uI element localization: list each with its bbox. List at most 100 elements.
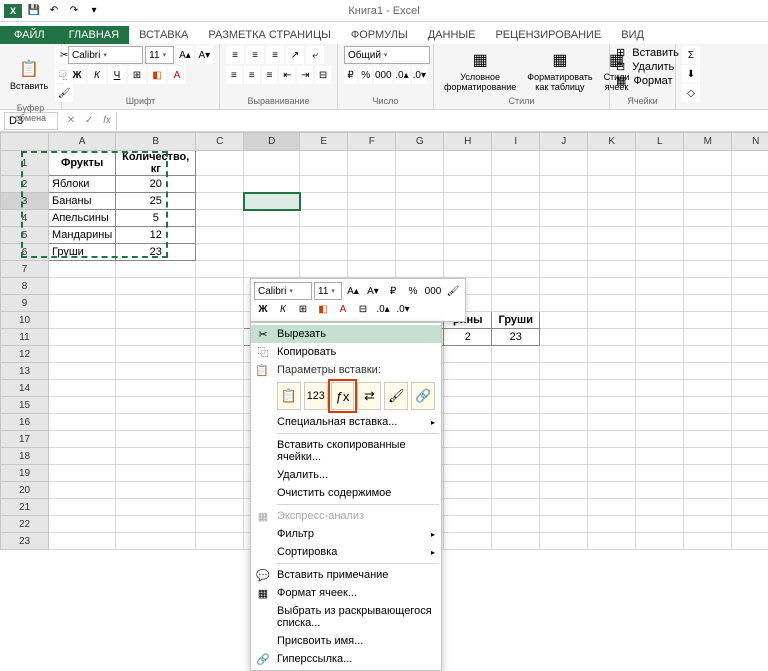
cell[interactable] bbox=[588, 533, 636, 550]
row-header[interactable]: 19 bbox=[1, 465, 49, 482]
cell[interactable] bbox=[196, 363, 244, 380]
cell[interactable] bbox=[636, 363, 684, 380]
cell[interactable] bbox=[732, 278, 768, 295]
cell[interactable] bbox=[684, 261, 732, 278]
column-header[interactable]: G bbox=[396, 133, 444, 151]
ctx-sort[interactable]: Сортировка▸ bbox=[251, 543, 441, 561]
cell[interactable] bbox=[588, 414, 636, 431]
cell[interactable] bbox=[116, 533, 196, 550]
decrease-font-icon[interactable]: A▾ bbox=[196, 46, 213, 64]
tab-insert[interactable]: ВСТАВКА bbox=[129, 26, 198, 44]
formula-input[interactable] bbox=[116, 112, 768, 130]
cell[interactable] bbox=[636, 278, 684, 295]
row-header[interactable]: 1 bbox=[1, 151, 49, 176]
cell[interactable]: 12 bbox=[116, 227, 196, 244]
cell[interactable] bbox=[348, 176, 396, 193]
cell[interactable] bbox=[196, 278, 244, 295]
cell[interactable] bbox=[196, 295, 244, 312]
cell[interactable] bbox=[588, 482, 636, 499]
column-header[interactable]: C bbox=[196, 133, 244, 151]
cell[interactable] bbox=[300, 151, 348, 176]
cell[interactable] bbox=[588, 346, 636, 363]
row-header[interactable]: 9 bbox=[1, 295, 49, 312]
cell[interactable] bbox=[444, 261, 492, 278]
cell[interactable] bbox=[732, 193, 768, 210]
tab-formulas[interactable]: ФОРМУЛЫ bbox=[341, 26, 418, 44]
cell[interactable] bbox=[684, 448, 732, 465]
row-header[interactable]: 22 bbox=[1, 516, 49, 533]
delete-cells-button[interactable]: ⊟ Удалить bbox=[616, 60, 669, 73]
cell[interactable] bbox=[636, 244, 684, 261]
cell[interactable] bbox=[492, 448, 540, 465]
cell[interactable]: Груши bbox=[49, 244, 116, 261]
mini-decimal-inc-icon[interactable]: .0▴ bbox=[374, 300, 392, 318]
row-header[interactable]: 11 bbox=[1, 329, 49, 346]
cell[interactable] bbox=[396, 151, 444, 176]
column-header[interactable]: M bbox=[684, 133, 732, 151]
mini-decimal-dec-icon[interactable]: .0▾ bbox=[394, 300, 412, 318]
cell[interactable] bbox=[396, 210, 444, 227]
cell[interactable] bbox=[636, 312, 684, 329]
cell[interactable] bbox=[684, 533, 732, 550]
row-header[interactable]: 12 bbox=[1, 346, 49, 363]
cell[interactable] bbox=[492, 465, 540, 482]
cell[interactable] bbox=[444, 363, 492, 380]
align-right-icon[interactable]: ≡ bbox=[262, 66, 278, 84]
cell[interactable] bbox=[540, 295, 588, 312]
cell[interactable] bbox=[684, 295, 732, 312]
mini-italic-button[interactable]: К bbox=[274, 300, 292, 318]
cell[interactable] bbox=[396, 261, 444, 278]
cell[interactable]: 23 bbox=[492, 329, 540, 346]
ctx-copy[interactable]: ⿻Копировать bbox=[251, 343, 441, 361]
cell[interactable] bbox=[300, 193, 348, 210]
cell[interactable] bbox=[396, 193, 444, 210]
column-header[interactable]: J bbox=[540, 133, 588, 151]
cell[interactable] bbox=[49, 312, 116, 329]
fx-icon[interactable]: fx bbox=[98, 112, 116, 130]
cell[interactable] bbox=[116, 448, 196, 465]
row-header[interactable]: 21 bbox=[1, 499, 49, 516]
cell[interactable] bbox=[444, 244, 492, 261]
row-header[interactable]: 16 bbox=[1, 414, 49, 431]
cell[interactable] bbox=[636, 533, 684, 550]
cell[interactable] bbox=[540, 448, 588, 465]
cell[interactable] bbox=[348, 193, 396, 210]
cell[interactable] bbox=[492, 397, 540, 414]
cell[interactable] bbox=[540, 533, 588, 550]
ctx-format-cells[interactable]: ▦Формат ячеек... bbox=[251, 584, 441, 602]
cell[interactable] bbox=[196, 227, 244, 244]
cell[interactable] bbox=[540, 261, 588, 278]
cell[interactable] bbox=[196, 380, 244, 397]
cell[interactable] bbox=[492, 414, 540, 431]
currency-icon[interactable]: ₽ bbox=[344, 66, 357, 84]
cell[interactable] bbox=[116, 516, 196, 533]
align-left-icon[interactable]: ≡ bbox=[226, 66, 242, 84]
cell[interactable] bbox=[196, 397, 244, 414]
cell[interactable] bbox=[540, 380, 588, 397]
column-header[interactable]: I bbox=[492, 133, 540, 151]
cell[interactable] bbox=[49, 329, 116, 346]
cell[interactable] bbox=[684, 278, 732, 295]
tab-page-layout[interactable]: РАЗМЕТКА СТРАНИЦЫ bbox=[198, 26, 340, 44]
cell[interactable] bbox=[732, 397, 768, 414]
cell[interactable] bbox=[732, 244, 768, 261]
cell[interactable] bbox=[588, 448, 636, 465]
cell[interactable] bbox=[49, 414, 116, 431]
align-bottom-icon[interactable]: ≡ bbox=[266, 46, 284, 64]
format-as-table-button[interactable]: ▦Форматировать как таблицу bbox=[523, 46, 596, 95]
cell[interactable] bbox=[196, 431, 244, 448]
row-header[interactable]: 20 bbox=[1, 482, 49, 499]
cell[interactable] bbox=[588, 210, 636, 227]
align-center-icon[interactable]: ≡ bbox=[244, 66, 260, 84]
cell[interactable] bbox=[492, 363, 540, 380]
mini-fill-color-button[interactable]: ◧ bbox=[314, 300, 332, 318]
column-header[interactable]: F bbox=[348, 133, 396, 151]
align-middle-icon[interactable]: ≡ bbox=[246, 46, 264, 64]
cell[interactable] bbox=[732, 533, 768, 550]
cell[interactable] bbox=[540, 499, 588, 516]
cell[interactable]: Яблоки bbox=[49, 176, 116, 193]
cell[interactable] bbox=[444, 414, 492, 431]
cell[interactable] bbox=[444, 499, 492, 516]
mini-size-combo[interactable]: 11▾ bbox=[314, 282, 342, 300]
cell[interactable] bbox=[684, 465, 732, 482]
